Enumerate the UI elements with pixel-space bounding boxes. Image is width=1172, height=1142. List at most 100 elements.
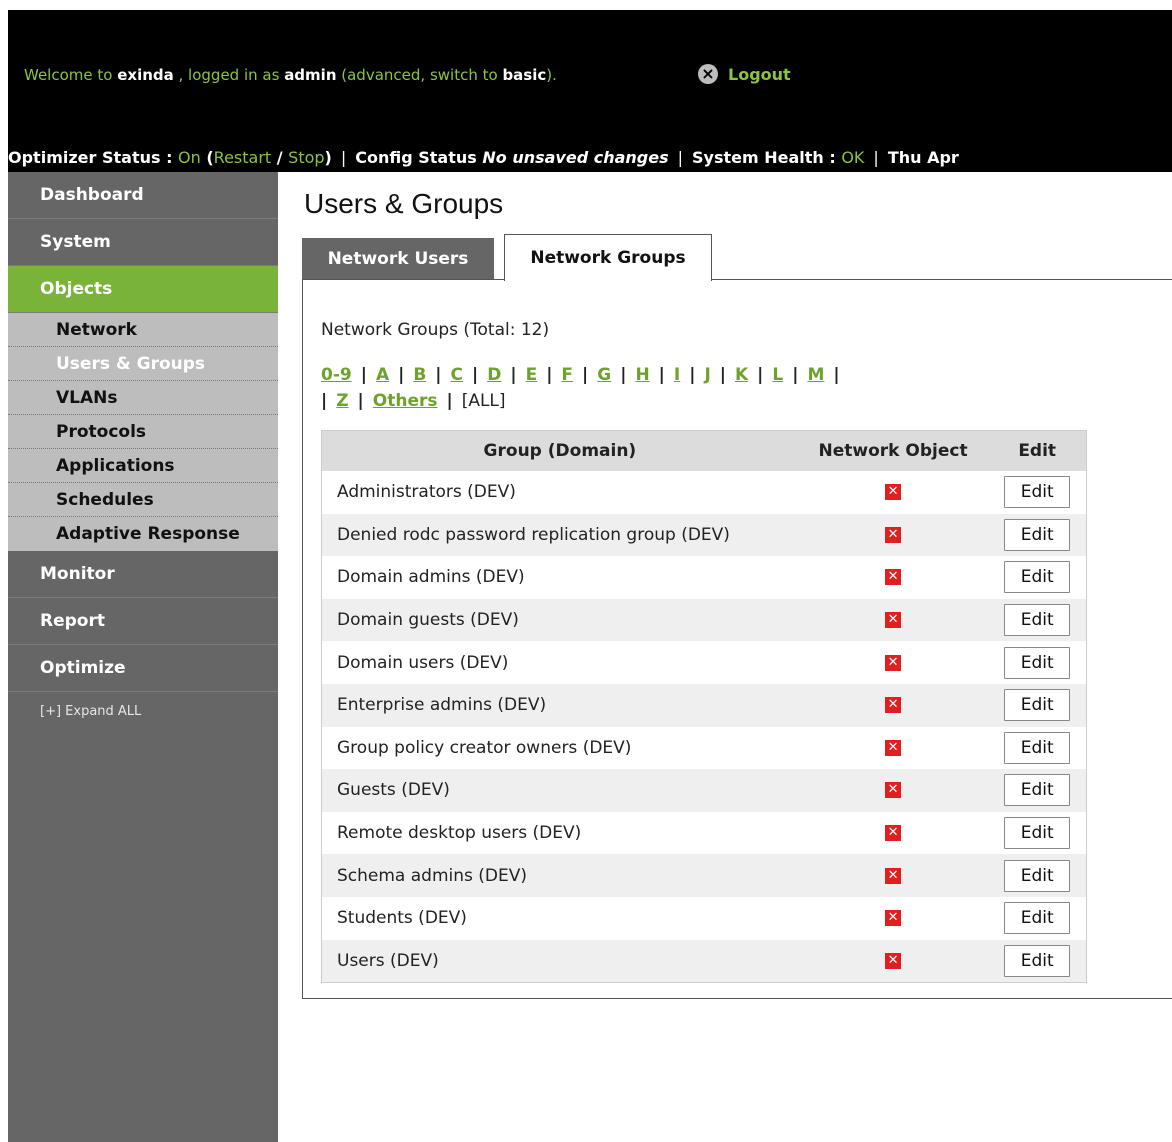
optimizer-status-value: On	[178, 148, 201, 167]
edit-button[interactable]: Edit	[1004, 902, 1071, 935]
edit-button[interactable]: Edit	[1004, 689, 1071, 722]
slash: /	[271, 148, 289, 167]
group-name-cell: Guests (DEV)	[337, 780, 450, 801]
subnav-adaptive-response[interactable]: Adaptive Response	[8, 517, 278, 551]
config-status-label: Config Status	[355, 148, 483, 167]
subnav-applications[interactable]: Applications	[8, 449, 278, 483]
total-label: Network Groups (Total: 12)	[321, 320, 550, 340]
alpha-filter-c[interactable]: C	[451, 365, 463, 385]
red-x-icon: ✕	[885, 867, 902, 884]
edit-cell: Edit	[988, 556, 1086, 599]
network-object-cell: ✕	[798, 854, 989, 897]
alpha-filter-j[interactable]: J	[704, 365, 710, 385]
alpha-filter-all[interactable]: [ALL]	[462, 391, 506, 411]
separator: |	[340, 148, 347, 167]
tab-network-groups[interactable]: Network Groups	[504, 234, 712, 281]
edit-button[interactable]: Edit	[1004, 561, 1071, 594]
alpha-filter-a[interactable]: A	[376, 365, 389, 385]
group-name-cell: Domain users (DEV)	[337, 652, 509, 673]
network-object-cell: ✕	[798, 471, 989, 514]
alpha-filter-d[interactable]: D	[487, 365, 501, 385]
separator: |	[510, 365, 517, 385]
edit-button[interactable]: Edit	[1004, 731, 1071, 764]
alpha-filter-g[interactable]: G	[597, 365, 611, 385]
alpha-filter-others[interactable]: Others	[373, 391, 438, 411]
switch-basic-link[interactable]: basic	[502, 66, 546, 84]
config-status-value: No unsaved changes	[482, 148, 669, 167]
subnav-schedules[interactable]: Schedules	[8, 483, 278, 517]
nav-monitor[interactable]: Monitor	[8, 551, 278, 598]
nav-report[interactable]: Report	[8, 598, 278, 645]
red-x-icon: ✕	[885, 526, 902, 543]
separator: |	[620, 365, 627, 385]
table-row: Domain users (DEV) ✕ Edit	[321, 641, 1087, 684]
alpha-filter-z[interactable]: Z	[336, 391, 348, 411]
separator: |	[398, 365, 405, 385]
edit-button[interactable]: Edit	[1004, 774, 1071, 807]
edit-button[interactable]: Edit	[1004, 859, 1071, 892]
edit-cell: Edit	[988, 897, 1086, 940]
network-object-cell: ✕	[798, 556, 989, 599]
group-name-cell: Users (DEV)	[337, 950, 439, 971]
alpha-filter-m[interactable]: M	[807, 365, 824, 385]
column-header-group: Group (Domain)	[483, 441, 637, 461]
alpha-filter-l[interactable]: L	[772, 365, 783, 385]
table-row: Schema admins (DEV) ✕ Edit	[321, 854, 1087, 897]
red-x-icon: ✕	[885, 825, 902, 842]
network-object-cell: ✕	[798, 684, 989, 727]
stop-link[interactable]: Stop	[288, 148, 324, 167]
date-display: Thu Apr	[887, 148, 959, 167]
edit-cell: Edit	[988, 641, 1086, 684]
table-row: Group policy creator owners (DEV) ✕ Edit	[321, 726, 1087, 770]
subnav-vlans[interactable]: VLANs	[8, 381, 278, 415]
nav-optimize[interactable]: Optimize	[8, 645, 278, 692]
restart-link[interactable]: Restart	[214, 148, 272, 167]
system-health-value: OK	[841, 148, 865, 167]
tab-network-users[interactable]: Network Users	[302, 238, 494, 280]
subnav-users-groups[interactable]: Users & Groups	[8, 347, 278, 381]
subnav-network[interactable]: Network	[8, 313, 278, 347]
alpha-filter-b[interactable]: B	[413, 365, 426, 385]
expand-all-link[interactable]: [+] Expand ALL	[8, 704, 278, 719]
alpha-filter-0-9[interactable]: 0-9	[321, 365, 352, 385]
sidebar: Dashboard System Objects Network Users &…	[8, 172, 278, 1142]
nav-dashboard[interactable]: Dashboard	[8, 172, 278, 219]
groups-table: Group (Domain) Network Object Edit Admin…	[321, 430, 1087, 984]
alpha-filter-k[interactable]: K	[735, 365, 748, 385]
separator: |	[689, 365, 696, 385]
separator: |	[658, 365, 665, 385]
edit-button[interactable]: Edit	[1004, 476, 1071, 509]
edit-button[interactable]: Edit	[1004, 817, 1071, 850]
logout-button[interactable]: × Logout	[698, 64, 791, 84]
alpha-filter-i[interactable]: I	[674, 365, 680, 385]
edit-cell: Edit	[988, 940, 1086, 983]
edit-button[interactable]: Edit	[1004, 518, 1071, 551]
mode-suffix: ).	[546, 66, 557, 84]
edit-button[interactable]: Edit	[1004, 646, 1071, 679]
network-object-cell: ✕	[798, 812, 989, 855]
separator: |	[833, 365, 840, 385]
system-health-label: System Health :	[692, 148, 842, 167]
alpha-filter-h[interactable]: H	[635, 365, 649, 385]
edit-cell: Edit	[988, 727, 1086, 770]
nav-system[interactable]: System	[8, 219, 278, 266]
edit-cell: Edit	[988, 812, 1086, 855]
table-row: Administrators (DEV) ✕ Edit	[321, 471, 1087, 514]
table-row: Domain admins (DEV) ✕ Edit	[321, 556, 1087, 599]
network-object-cell: ✕	[798, 940, 989, 983]
optimizer-status-label: Optimizer Status :	[8, 148, 179, 167]
nav-objects[interactable]: Objects	[8, 266, 278, 313]
network-object-cell: ✕	[798, 514, 989, 557]
alpha-filter-f[interactable]: F	[561, 365, 573, 385]
welcome-prefix: Welcome to	[24, 66, 118, 84]
subnav-protocols[interactable]: Protocols	[8, 415, 278, 449]
edit-cell: Edit	[988, 854, 1086, 897]
edit-cell: Edit	[988, 769, 1086, 812]
alpha-filter-e[interactable]: E	[526, 365, 538, 385]
network-object-cell: ✕	[798, 641, 989, 684]
group-name-cell: Domain admins (DEV)	[337, 567, 525, 588]
edit-button[interactable]: Edit	[1004, 604, 1071, 637]
edit-button[interactable]: Edit	[1004, 944, 1071, 977]
column-header-network-object: Network Object	[818, 441, 968, 461]
column-header-edit: Edit	[1018, 441, 1057, 461]
